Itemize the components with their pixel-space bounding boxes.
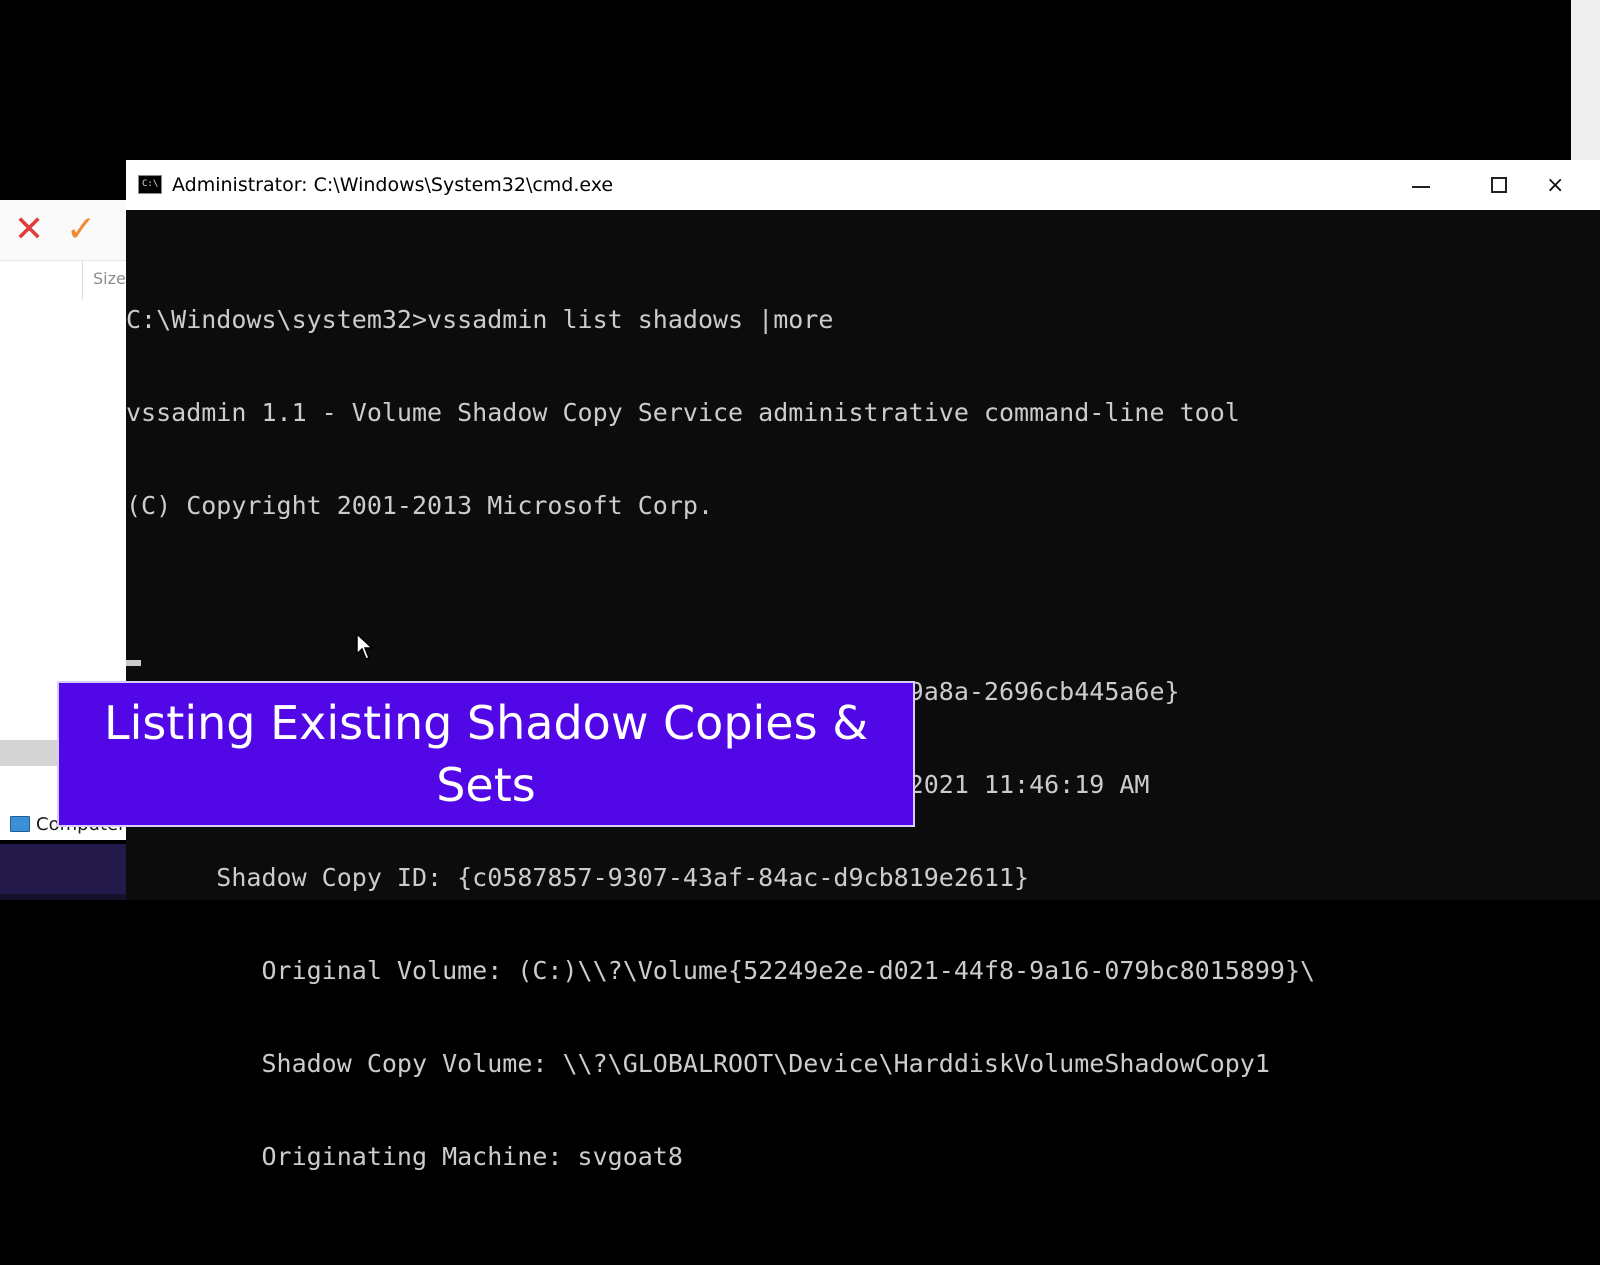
maximize-button[interactable] [1464,160,1534,210]
minimize-icon [1412,186,1430,188]
close-x-icon[interactable]: ✕ [14,210,44,250]
caption-text: Listing Existing Shadow Copies & Sets [103,696,869,812]
console-line: C:\Windows\system32>vssadmin list shadow… [126,305,834,334]
computer-icon [10,816,30,832]
background-taskbar [0,844,126,900]
close-button[interactable]: × [1542,160,1600,210]
close-icon: × [1546,172,1565,198]
caption-banner: Listing Existing Shadow Copies & Sets [57,681,915,827]
cmd-icon: C:\ [138,175,162,194]
checkmark-icon[interactable]: ✓ [66,210,96,250]
console-line: vssadmin 1.1 - Volume Shadow Copy Servic… [126,398,1240,427]
minimize-button[interactable] [1386,160,1456,210]
title-bar[interactable]: C:\ Administrator: C:\Windows\System32\c… [126,160,1600,210]
background-toolbar: ✕ ✓ [0,200,126,261]
background-window-edge [1571,0,1600,160]
size-column-label: Size [93,269,126,288]
console-line: Original Volume: (C:)\\?\Volume{52249e2e… [126,956,1316,985]
mouse-pointer-icon [356,633,374,660]
console-line: Originating Machine: svgoat8 [126,1142,683,1171]
console-line: Shadow Copy Volume: \\?\GLOBALROOT\Devic… [126,1049,1270,1078]
maximize-icon [1491,177,1507,193]
console-line: Shadow Copy ID: {c0587857-9307-43af-84ac… [126,863,1030,892]
console-line: (C) Copyright 2001-2013 Microsoft Corp. [126,491,713,520]
window-title: Administrator: C:\Windows\System32\cmd.e… [172,174,614,196]
text-cursor [126,660,141,666]
